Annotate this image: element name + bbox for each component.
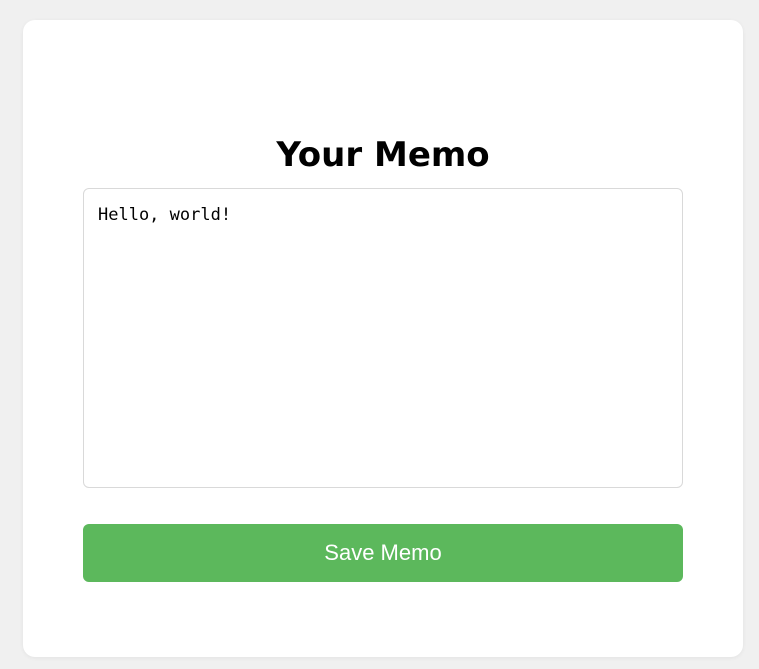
memo-textarea[interactable]: Hello, world! <box>83 188 683 488</box>
page-title: Your Memo <box>276 135 490 175</box>
save-memo-button[interactable]: Save Memo <box>83 524 683 582</box>
memo-card: Your Memo Hello, world! Save Memo <box>23 20 743 657</box>
